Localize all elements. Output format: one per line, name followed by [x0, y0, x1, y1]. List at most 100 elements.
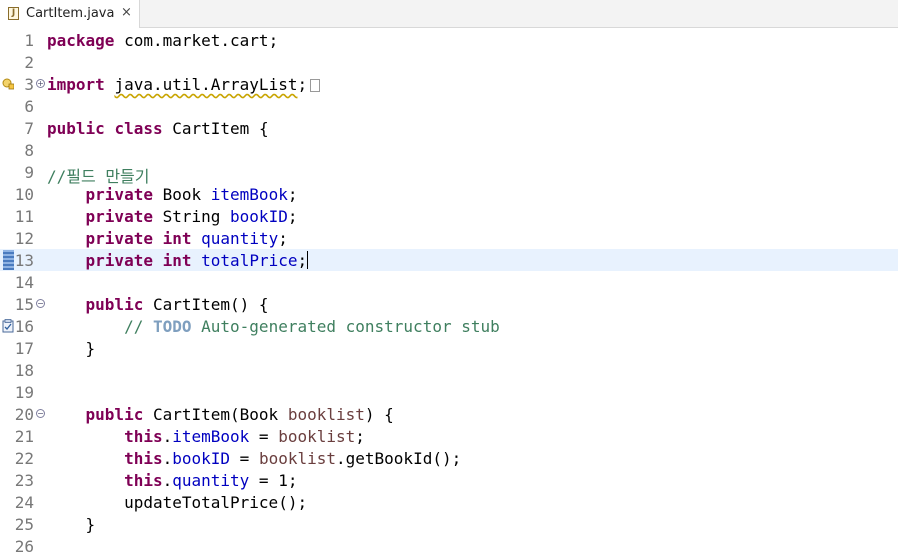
line-gutter[interactable]: 19	[0, 381, 44, 403]
code-line[interactable]: 1 package com.market.cart;	[0, 29, 898, 51]
code-line[interactable]: 19	[0, 381, 898, 403]
code-token: updateTotalPrice();	[47, 493, 308, 512]
line-gutter[interactable]: 24	[0, 491, 44, 513]
code-line[interactable]: 20− public CartItem(Book booklist) {	[0, 403, 898, 425]
line-gutter[interactable]: 21	[0, 425, 44, 447]
code-line[interactable]: 24 updateTotalPrice();	[0, 491, 898, 513]
code-text[interactable]: package com.market.cart;	[47, 31, 278, 50]
code-text[interactable]: private int totalPrice;	[47, 251, 309, 270]
code-line[interactable]: 6	[0, 95, 898, 117]
code-line[interactable]: 25 }	[0, 513, 898, 535]
code-token: bookID	[230, 207, 288, 226]
code-line[interactable]: 23 this.quantity = 1;	[0, 469, 898, 491]
line-gutter[interactable]: 17	[0, 337, 44, 359]
code-line[interactable]: 9//필드 만들기	[0, 161, 898, 186]
fold-icon[interactable]: −	[36, 299, 45, 308]
code-token: private	[85, 251, 153, 270]
code-line[interactable]: 15− public CartItem() {	[0, 293, 898, 315]
code-text[interactable]: import java.util.ArrayList;	[47, 75, 321, 94]
line-gutter[interactable]: 1	[0, 29, 44, 51]
code-token: com.market.cart;	[114, 31, 279, 50]
line-gutter[interactable]: 6	[0, 95, 44, 117]
code-text[interactable]: public CartItem() {	[47, 295, 269, 314]
line-gutter[interactable]: 9	[0, 161, 44, 183]
code-line[interactable]: 17 }	[0, 337, 898, 359]
code-token: ;	[355, 427, 365, 446]
line-gutter[interactable]: 22	[0, 447, 44, 469]
tab-cartitem-java[interactable]: J CartItem.java ×	[0, 0, 140, 28]
code-line[interactable]: 26	[0, 535, 898, 557]
line-number: 19	[14, 383, 34, 402]
code-token: .	[162, 427, 173, 446]
line-gutter[interactable]: 13	[0, 249, 44, 271]
code-text[interactable]: // TODO Auto-generated constructor stub	[47, 317, 500, 336]
code-token: class	[114, 119, 163, 138]
line-gutter[interactable]: 8	[0, 139, 44, 161]
code-line[interactable]: 3 + import java.util.ArrayList;	[0, 73, 898, 95]
code-line[interactable]: 21 this.itemBook = booklist;	[0, 425, 898, 447]
line-number: 26	[14, 537, 34, 556]
code-token: import	[47, 75, 105, 94]
code-token: itemBook	[172, 427, 250, 446]
line-gutter[interactable]: 20−	[0, 403, 45, 425]
code-line[interactable]: 18	[0, 359, 898, 381]
code-line[interactable]: 10 private Book itemBook;	[0, 183, 898, 205]
line-gutter[interactable]: 14	[0, 271, 44, 293]
line-number: 9	[24, 163, 34, 182]
code-text[interactable]: public CartItem(Book booklist) {	[47, 405, 394, 424]
line-gutter[interactable]: 23	[0, 469, 44, 491]
code-line[interactable]: 22 this.bookID = booklist.getBookId();	[0, 447, 898, 469]
code-line[interactable]: 11 private String bookID;	[0, 205, 898, 227]
code-text[interactable]: private Book itemBook;	[47, 185, 298, 204]
code-line[interactable]: 16 // TODO Auto-generated constructor st…	[0, 315, 898, 337]
line-gutter[interactable]: 18	[0, 359, 44, 381]
line-gutter[interactable]: 11	[0, 205, 44, 227]
line-number: 10	[14, 185, 34, 204]
code-line[interactable]: 13 private int totalPrice;	[0, 249, 898, 271]
code-token: quantity	[201, 229, 279, 248]
code-text[interactable]: public class CartItem {	[47, 119, 269, 138]
code-line[interactable]: 14	[0, 271, 898, 293]
code-text[interactable]: updateTotalPrice();	[47, 493, 307, 512]
task-icon[interactable]	[2, 319, 14, 333]
line-gutter[interactable]: 7	[0, 117, 44, 139]
close-icon[interactable]: ×	[121, 5, 132, 20]
warning-icon[interactable]	[2, 77, 14, 90]
code-token: CartItem(Book	[143, 405, 288, 424]
line-gutter[interactable]: 3 +	[0, 73, 45, 95]
code-editor[interactable]: 1 package com.market.cart; 2 3 + import java.…	[0, 29, 898, 556]
line-gutter[interactable]: 10	[0, 183, 44, 205]
code-text[interactable]: private int quantity;	[47, 229, 288, 248]
fold-icon[interactable]: +	[36, 79, 45, 88]
line-gutter[interactable]: 16	[0, 315, 44, 337]
line-gutter[interactable]: 15−	[0, 293, 45, 315]
code-token: private	[85, 185, 153, 204]
code-token: public	[85, 295, 144, 314]
code-token: package	[47, 31, 115, 50]
code-line[interactable]: 12 private int quantity;	[0, 227, 898, 249]
code-text[interactable]: this.quantity = 1;	[47, 471, 297, 490]
fold-icon[interactable]: −	[36, 409, 45, 418]
code-text[interactable]: private String bookID;	[47, 207, 298, 226]
code-token: }	[47, 515, 96, 534]
code-line[interactable]: 7 public class CartItem {	[0, 117, 898, 139]
line-gutter[interactable]: 2	[0, 51, 44, 73]
code-line[interactable]: 2	[0, 51, 898, 73]
code-line[interactable]: 8	[0, 139, 898, 161]
line-gutter[interactable]: 26	[0, 535, 44, 557]
code-token: }	[47, 339, 96, 358]
line-gutter[interactable]: 12	[0, 227, 44, 249]
collapsed-imports-icon[interactable]	[310, 79, 321, 92]
code-text[interactable]: }	[47, 339, 96, 358]
line-gutter[interactable]: 25	[0, 513, 44, 535]
bookmark-icon[interactable]	[3, 250, 14, 270]
code-token: String	[152, 207, 231, 226]
code-text[interactable]: }	[47, 515, 96, 534]
code-text[interactable]: this.itemBook = booklist;	[47, 427, 365, 446]
code-token: java.util.ArrayList	[114, 75, 298, 94]
code-text[interactable]: this.bookID = booklist.getBookId();	[47, 449, 461, 468]
